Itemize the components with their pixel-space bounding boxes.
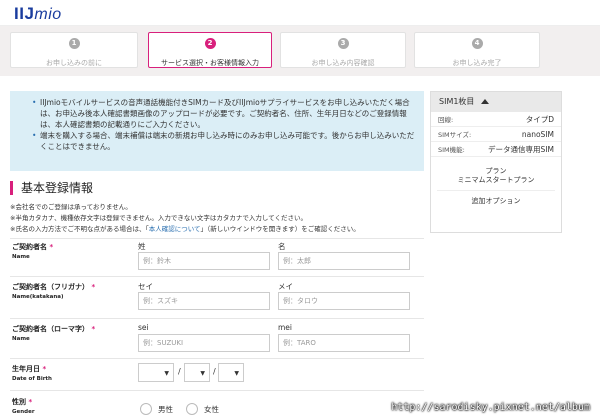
field-label: 性別 (12, 398, 26, 406)
sim-row-line: 回線: タイプD (431, 112, 561, 127)
section-title: 基本登録情報 (10, 181, 93, 195)
form-notes: ※会社名でのご登録は承っておりません。 ※半角カタカナ、機種依存文字は登録できま… (10, 202, 360, 235)
dob-day-select[interactable]: ▼ (218, 363, 244, 382)
chevron-down-icon: ▼ (200, 370, 205, 377)
gender-male-radio[interactable] (140, 403, 152, 415)
sim-panel-title: SIM1枚目 (439, 97, 475, 106)
option-label: 追加オプション (437, 190, 555, 206)
step-number: 3 (337, 38, 349, 49)
first-name-input[interactable]: 例：太郎 (278, 252, 410, 270)
first-name-roman-label: mei (278, 323, 293, 332)
chevron-up-icon (480, 92, 489, 112)
field-label-en: Name(katakana) (12, 294, 64, 300)
last-name-kana-input[interactable]: 例：スズキ (138, 292, 270, 310)
step-label: サービス選択・お客様情報入力 (161, 59, 259, 67)
first-name-kana-label: メイ (278, 282, 293, 291)
required-mark: * (49, 243, 54, 251)
field-label: ご契約者名（フリガナ） (12, 283, 89, 291)
step-1: 1 お申し込みの前に (10, 32, 138, 68)
chevron-down-icon: ▼ (234, 370, 239, 377)
required-mark: * (42, 365, 47, 373)
note-line: ※半角カタカナ、機種依存文字は登録できません。入力できない文字はカタカナで入力し… (10, 214, 308, 222)
step-label: お申し込みの前に (46, 59, 102, 67)
step-4: 4 お申し込み完了 (414, 32, 540, 68)
field-label-en: Gender (12, 409, 35, 415)
step-label: お申し込み内容確認 (311, 59, 375, 67)
name-roman-row: ご契約者名（ローマ字） * Name sei 例：SUZUKI mei 例：TA… (10, 318, 424, 358)
sim-summary-panel: SIM1枚目 回線: タイプD SIMサイズ: nanoSIM SIM機能: デ… (430, 91, 562, 233)
field-label: ご契約者名（ローマ字） (12, 325, 89, 333)
field-label-en: Name (12, 336, 30, 342)
field-label-en: Date of Birth (12, 376, 52, 382)
sim-panel-header[interactable]: SIM1枚目 (431, 92, 561, 112)
first-name-roman-input[interactable]: 例：TARO (278, 334, 410, 352)
gender-male-label[interactable]: 男性 (158, 404, 173, 415)
last-name-kana-label: セイ (138, 282, 153, 291)
required-mark: * (91, 283, 96, 291)
last-name-roman-input[interactable]: 例：SUZUKI (138, 334, 270, 352)
step-3: 3 お申し込み内容確認 (280, 32, 406, 68)
field-label-en: Name (12, 254, 30, 260)
last-name-input[interactable]: 例：鈴木 (138, 252, 270, 270)
chevron-down-icon: ▼ (164, 370, 169, 377)
step-number: 1 (68, 38, 80, 49)
last-name-roman-label: sei (138, 323, 149, 332)
name-kana-row: ご契約者名（フリガナ） * Name(katakana) セイ 例：スズキ メイ… (10, 276, 424, 318)
dob-row: 生年月日 * Date of Birth ▼ / ▼ / ▼ (10, 358, 424, 390)
step-2: 2 サービス選択・お客様情報入力 (148, 32, 272, 68)
notice-item: 端末を購入する場合、端末補償は端末の新規お申し込み時にのみお申し込み可能です。後… (32, 130, 416, 152)
plan-value: ミニマムスタートプラン (457, 176, 535, 184)
identity-check-link[interactable]: 本人確認について (149, 225, 201, 233)
dob-month-select[interactable]: ▼ (184, 363, 210, 382)
gender-female-label[interactable]: 女性 (204, 404, 219, 415)
field-label: ご契約者名 (12, 243, 47, 251)
notice-item: IIJmioモバイルサービスの音声通話機能付きSIMカード及びIIJmioサプラ… (32, 97, 416, 130)
gender-row: 性別 * Gender 男性 女性 (10, 390, 424, 415)
date-separator: / (213, 367, 216, 376)
sim-plan: プラン ミニマムスタートプラン (431, 167, 561, 185)
field-label: 生年月日 (12, 365, 40, 373)
step-number: 4 (471, 38, 483, 49)
info-notice: IIJmioモバイルサービスの音声通話機能付きSIMカード及びIIJmioサプラ… (10, 91, 424, 171)
last-name-label: 姓 (138, 242, 146, 251)
first-name-kana-input[interactable]: 例：タロウ (278, 292, 410, 310)
iijmio-logo[interactable]: IIJmio (14, 4, 62, 24)
progress-steps: 1 お申し込みの前に 2 サービス選択・お客様情報入力 3 お申し込み内容確認 … (0, 26, 600, 76)
required-mark: * (28, 398, 33, 406)
step-label: お申し込み完了 (452, 59, 502, 67)
page-header: IIJmio (0, 0, 600, 26)
gender-female-radio[interactable] (186, 403, 198, 415)
date-separator: / (178, 367, 181, 376)
note-line: ※氏名の入力方法でご不明な点がある場合は、「本人確認について」（新しいウインドウ… (10, 225, 360, 233)
required-mark: * (91, 325, 96, 333)
step-number: 2 (204, 38, 216, 49)
watermark-text: http://sarodisky.pixnet.net/album (391, 402, 590, 413)
dob-year-select[interactable]: ▼ (138, 363, 174, 382)
name-row: ご契約者名 * Name 姓 例：鈴木 名 例：太郎 (10, 238, 424, 276)
plan-label: プラン (485, 167, 507, 175)
sim-row-size: SIMサイズ: nanoSIM (431, 127, 561, 142)
note-line: ※会社名でのご登録は承っておりません。 (10, 203, 132, 211)
first-name-label: 名 (278, 242, 286, 251)
sim-row-function: SIM機能: データ通信専用SIM (431, 142, 561, 157)
